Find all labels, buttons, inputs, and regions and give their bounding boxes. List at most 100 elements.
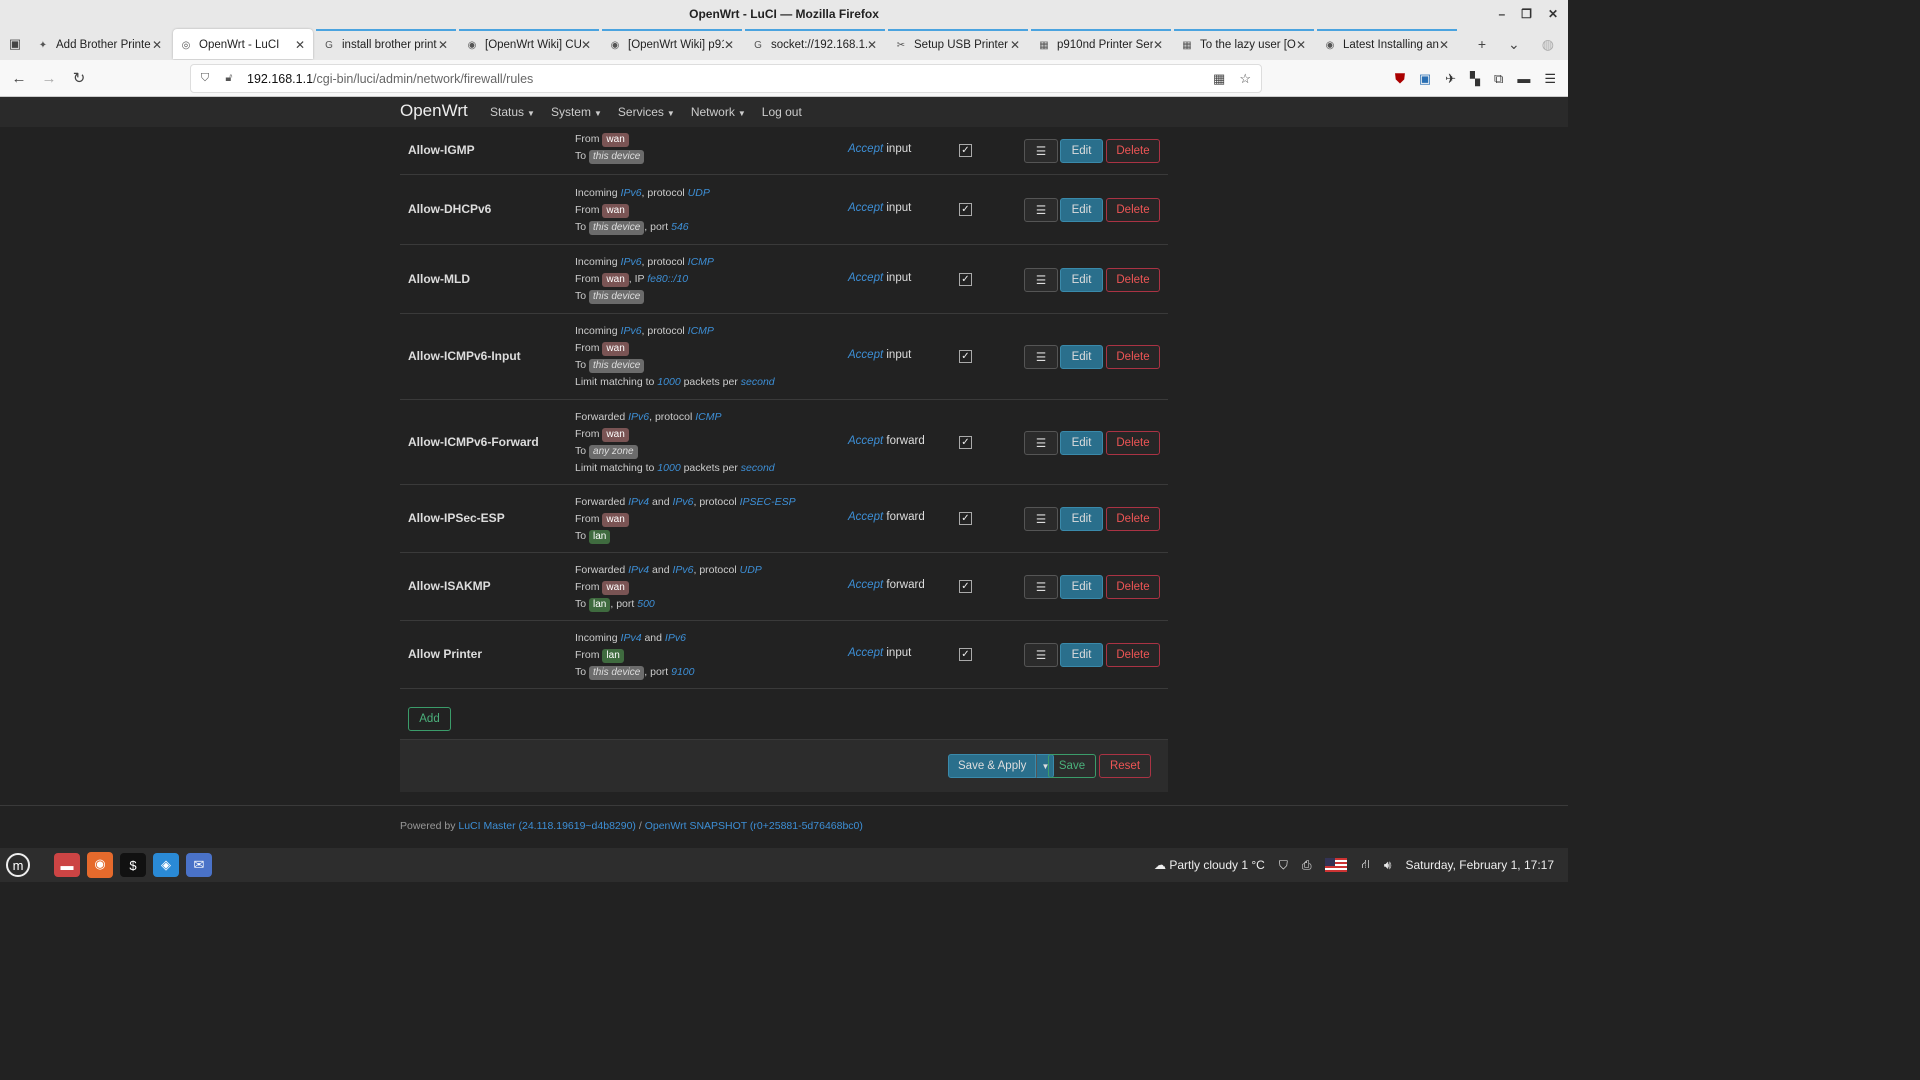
menu-logout[interactable]: Log out — [762, 105, 802, 119]
edit-button[interactable]: Edit — [1060, 345, 1103, 369]
delete-button[interactable]: Delete — [1106, 431, 1160, 455]
save-apply-button[interactable]: Save & Apply ▼ — [948, 754, 1055, 778]
close-window-icon[interactable]: ✕ — [1548, 0, 1558, 28]
tab-overview-icon[interactable]: ▣ — [0, 36, 30, 52]
close-tab-icon[interactable]: ✕ — [1439, 38, 1451, 52]
browser-tab[interactable]: ✂ Setup USB Printer t ✕ — [888, 29, 1028, 59]
url-bar[interactable]: ⛉ 🔓︎ 192.168.1.1/cgi-bin/luci/admin/netw… — [190, 64, 1262, 93]
drag-handle-button[interactable]: ☰ — [1024, 139, 1058, 163]
drag-handle-button[interactable]: ☰ — [1024, 507, 1058, 531]
forward-arrow-icon[interactable]: → — [34, 70, 64, 87]
browser-tab[interactable]: ◎ OpenWrt - LuCI ✕ — [173, 29, 313, 59]
edit-button[interactable]: Edit — [1060, 643, 1103, 667]
luci-brand[interactable]: OpenWrt — [400, 101, 468, 121]
extensions-puzzle-icon[interactable]: ⧉ — [1494, 71, 1503, 87]
drag-handle-button[interactable]: ☰ — [1024, 431, 1058, 455]
save-button[interactable]: Save — [1048, 754, 1096, 778]
menu-status[interactable]: Status ▼ — [490, 105, 535, 119]
add-rule-button[interactable]: Add — [408, 707, 451, 731]
delete-button[interactable]: Delete — [1106, 643, 1160, 667]
drag-handle-button[interactable]: ☰ — [1024, 198, 1058, 222]
tracking-shield-icon[interactable]: ⛉ — [195, 72, 215, 85]
extension-icon[interactable]: ✈ — [1445, 71, 1456, 87]
edit-button[interactable]: Edit — [1060, 507, 1103, 531]
edit-button[interactable]: Edit — [1060, 198, 1103, 222]
delete-button[interactable]: Delete — [1106, 139, 1160, 163]
mint-menu-icon[interactable]: m — [6, 853, 30, 877]
back-arrow-icon[interactable]: ← — [4, 70, 34, 87]
openwrt-version-link[interactable]: OpenWrt SNAPSHOT (r0+25881-5d76468bc0) — [645, 820, 863, 832]
delete-button[interactable]: Delete — [1106, 198, 1160, 222]
browser-compass-icon[interactable]: ◈ — [153, 853, 179, 877]
ublock-icon[interactable]: ⛊ — [1395, 71, 1405, 87]
browser-tab[interactable]: ◉ [OpenWrt Wiki] CUI ✕ — [459, 29, 599, 59]
edit-button[interactable]: Edit — [1060, 575, 1103, 599]
browser-tab[interactable]: Ginstall brother print ✕ — [316, 29, 456, 59]
minimize-icon[interactable]: – — [1498, 0, 1505, 28]
delete-button[interactable]: Delete — [1106, 575, 1160, 599]
edit-button[interactable]: Edit — [1060, 139, 1103, 163]
menu-network[interactable]: Network ▼ — [691, 105, 746, 119]
rule-enabled-checkbox[interactable]: ✓ — [959, 350, 972, 363]
drag-handle-button[interactable]: ☰ — [1024, 345, 1058, 369]
luci-version-link[interactable]: LuCI Master (24.118.19619~d4b8290) — [458, 820, 636, 832]
browser-tab[interactable]: ✦ Add Brother Printe ✕ — [30, 29, 170, 59]
volume-icon[interactable]: 🔊︎ — [1384, 858, 1392, 873]
close-tab-icon[interactable]: ✕ — [1010, 38, 1022, 52]
rule-enabled-checkbox[interactable]: ✓ — [959, 436, 972, 449]
menu-hamburger-icon[interactable]: ☰ — [1544, 71, 1556, 87]
rule-enabled-checkbox[interactable]: ✓ — [959, 144, 972, 157]
close-tab-icon[interactable]: ✕ — [152, 38, 164, 52]
rule-enabled-checkbox[interactable]: ✓ — [959, 648, 972, 661]
reload-icon[interactable]: ↻ — [64, 69, 94, 87]
browser-tab[interactable]: Gsocket://192.168.1. ✕ — [745, 29, 885, 59]
files-folder-icon[interactable]: ▬ — [54, 853, 80, 877]
insecure-lock-icon[interactable]: 🔓︎ — [219, 72, 239, 85]
printer-icon[interactable]: ⎙ — [1302, 858, 1312, 873]
menu-system[interactable]: System ▼ — [551, 105, 602, 119]
edit-button[interactable]: Edit — [1060, 431, 1103, 455]
browser-tab[interactable]: ▦ To the lazy user [Ol ✕ — [1174, 29, 1314, 59]
browser-tab[interactable]: ▦ p910nd Printer Serv ✕ — [1031, 29, 1171, 59]
rule-enabled-checkbox[interactable]: ✓ — [959, 203, 972, 216]
extension-shield-icon[interactable]: ◍ — [1542, 36, 1554, 53]
weather-widget[interactable]: ☁ Partly cloudy 1 °C — [1154, 858, 1265, 872]
shield-icon[interactable]: ⛉ — [1279, 858, 1288, 873]
url-text[interactable]: 192.168.1.1/cgi-bin/luci/admin/network/f… — [247, 72, 533, 86]
menu-services[interactable]: Services ▼ — [618, 105, 675, 119]
browser-tab[interactable]: ◉ [OpenWrt Wiki] p91 ✕ — [602, 29, 742, 59]
edit-button[interactable]: Edit — [1060, 268, 1103, 292]
firefox-icon[interactable]: ◉ — [87, 852, 113, 878]
clock[interactable]: Saturday, February 1, 17:17 — [1405, 858, 1554, 872]
drag-handle-button[interactable]: ☰ — [1024, 575, 1058, 599]
reset-button[interactable]: Reset — [1099, 754, 1151, 778]
delete-button[interactable]: Delete — [1106, 268, 1160, 292]
extension-icon[interactable]: ▚ — [1470, 71, 1480, 87]
tab-list-chevron-icon[interactable]: ⌄ — [1508, 36, 1520, 53]
close-tab-icon[interactable]: ✕ — [724, 38, 736, 52]
close-tab-icon[interactable]: ✕ — [1296, 38, 1308, 52]
drag-handle-button[interactable]: ☰ — [1024, 643, 1058, 667]
close-tab-icon[interactable]: ✕ — [1153, 38, 1165, 52]
rule-enabled-checkbox[interactable]: ✓ — [959, 273, 972, 286]
extension-icon[interactable]: ▬ — [1517, 71, 1530, 86]
close-tab-icon[interactable]: ✕ — [581, 38, 593, 52]
rule-enabled-checkbox[interactable]: ✓ — [959, 512, 972, 525]
keyboard-layout-flag-icon[interactable] — [1325, 858, 1348, 872]
save-apply-label[interactable]: Save & Apply — [948, 754, 1037, 778]
new-tab-icon[interactable]: + — [1478, 36, 1486, 53]
qr-code-icon[interactable]: ▦ — [1213, 71, 1225, 87]
close-tab-icon[interactable]: ✕ — [867, 38, 879, 52]
delete-button[interactable]: Delete — [1106, 345, 1160, 369]
bookmark-star-icon[interactable]: ☆ — [1239, 71, 1251, 87]
browser-tab[interactable]: ◉ Latest Installing anc ✕ — [1317, 29, 1457, 59]
drag-handle-button[interactable]: ☰ — [1024, 268, 1058, 292]
extension-icon[interactable]: ▣ — [1419, 71, 1431, 87]
close-tab-icon[interactable]: ✕ — [438, 38, 450, 52]
network-icon[interactable]: ⛙ — [1361, 857, 1369, 873]
rule-enabled-checkbox[interactable]: ✓ — [959, 580, 972, 593]
maximize-icon[interactable]: ❐ — [1521, 0, 1532, 28]
close-tab-icon[interactable]: ✕ — [295, 38, 307, 52]
delete-button[interactable]: Delete — [1106, 507, 1160, 531]
terminal-icon[interactable]: $ — [120, 853, 146, 877]
